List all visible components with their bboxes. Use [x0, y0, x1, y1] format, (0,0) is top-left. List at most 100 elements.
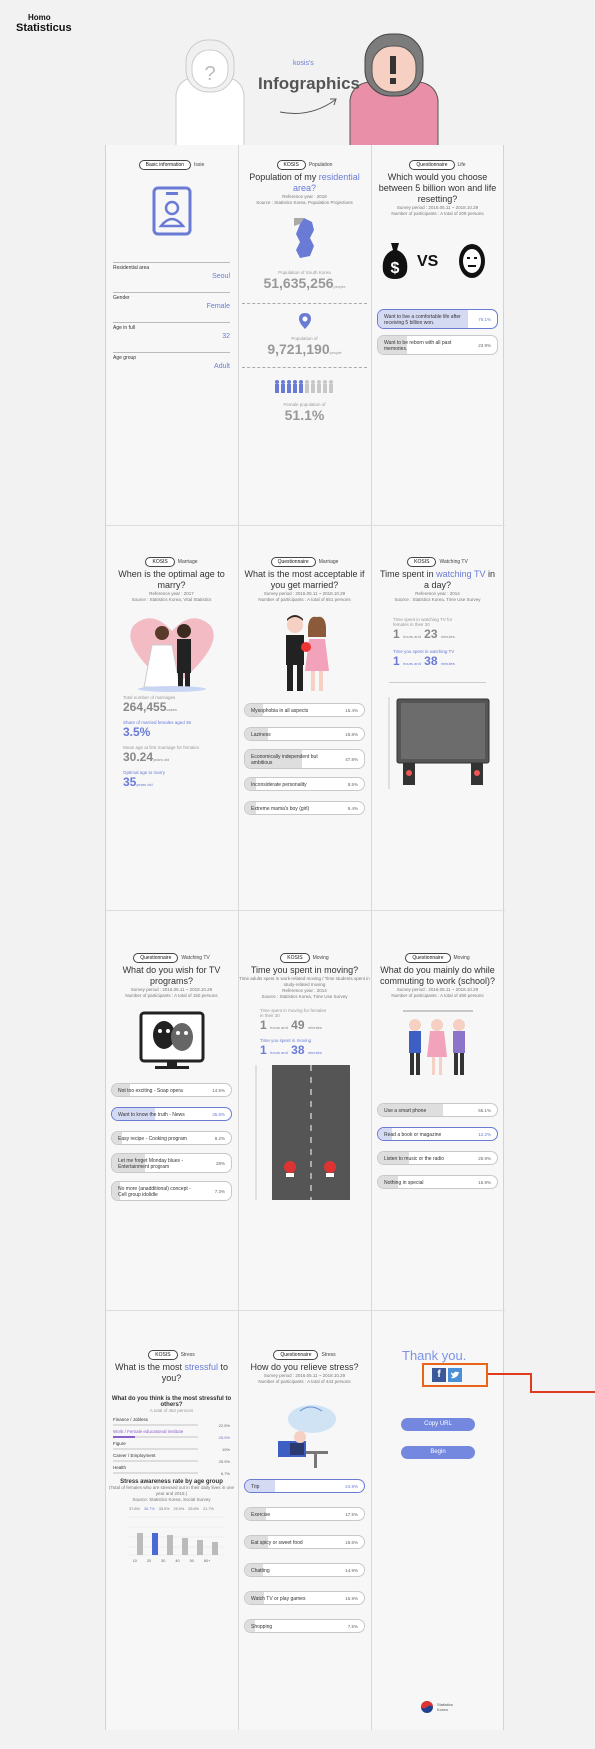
answer-option[interactable]: Shopping 7.5%	[244, 1619, 365, 1633]
annotation-arrow	[530, 1373, 532, 1393]
answer-option[interactable]: Want to be reborn with all past memories…	[377, 335, 498, 355]
stat-value: 35years old	[123, 775, 238, 789]
age-label: 40	[175, 1559, 180, 1563]
option-percent: 18.8%	[345, 732, 358, 737]
tag-label: Moving	[453, 955, 470, 961]
answer-option[interactable]: Use a smart phone 55.1%	[377, 1103, 498, 1117]
tag-badge: Questionnaire	[405, 953, 451, 963]
answer-option[interactable]: Want to know the truth - News 35.8%	[111, 1107, 232, 1121]
answer-option[interactable]: Chatting 14.9%	[244, 1563, 365, 1577]
item-percent: 25.9%	[218, 1459, 230, 1464]
source-text: Source : Statistics Korea, Time Use Surv…	[394, 597, 481, 602]
copy-url-button[interactable]: Copy URL	[401, 1418, 475, 1431]
stat-unit: people	[333, 284, 346, 289]
facebook-icon[interactable]: f	[432, 1368, 446, 1382]
option-percent: 16.9%	[478, 1180, 491, 1185]
female-people-icon	[274, 380, 333, 393]
card-title: Time you spent in moving?	[250, 965, 359, 975]
section-divider	[106, 910, 505, 911]
couple-illustration	[285, 615, 329, 691]
tag-badge: Questionnaire	[270, 557, 316, 567]
answer-option[interactable]: Listen to music or the radio 25.9%	[377, 1151, 498, 1165]
answer-option[interactable]: Eat spicy or sweet food 18.6%	[244, 1535, 365, 1549]
option-percent: 8.2%	[214, 1136, 225, 1141]
stat-value: 264,455cases	[123, 700, 238, 714]
answer-option[interactable]: Extreme mama's boy (girl) 9.4%	[244, 801, 365, 815]
option-percent: 76.1%	[478, 317, 491, 322]
card-title: Time spent in watching TV in a day?	[371, 569, 504, 591]
option-percent: 12.2%	[478, 1132, 491, 1137]
answer-option[interactable]: Economically independent but ambitious 47…	[244, 749, 365, 769]
answer-option[interactable]: Inconsiderate personality 8.5%	[244, 777, 365, 791]
answer-option[interactable]: Watch TV or play games 15.9%	[244, 1591, 365, 1605]
basic-row: Age in full 32	[113, 322, 230, 340]
card-title: How do you relieve stress?	[250, 1362, 359, 1372]
stat-value: 1 hours and 49 minutes	[260, 1018, 371, 1032]
tag-badge: KOSIS	[280, 953, 310, 963]
hours-unit: hours and	[270, 1050, 288, 1055]
option-label: Want to be reborn with all past memories…	[384, 340, 452, 352]
option-percent: 25.9%	[478, 1156, 491, 1161]
item-percent: 10%	[221, 1447, 230, 1452]
answer-option[interactable]: Easy recipe - Cooking program 8.2%	[111, 1131, 232, 1145]
stat-value: 51,635,256people	[238, 275, 371, 291]
tv-time-card: KOSIS Watching TV Time spent in watching …	[371, 557, 504, 795]
option-label: Read a book or magazine	[384, 1132, 442, 1138]
title-highlight: watching TV	[436, 569, 486, 579]
item-label: Career / Employment	[113, 1453, 156, 1458]
minutes-value: 38	[291, 1043, 305, 1057]
option-label: Mysophobia in all aspects	[251, 708, 309, 714]
basic-row: Age group Adult	[113, 352, 230, 370]
option-label: Trip	[251, 1484, 260, 1490]
participants: Number of participants : A total of 209 …	[391, 211, 484, 216]
stat-number: 9,721,190	[267, 341, 330, 357]
option-percent: 55.1%	[478, 1108, 491, 1113]
participants: Number of participants : A total of 651 …	[258, 597, 351, 602]
tag-label: Watching TV	[181, 955, 210, 961]
option-label: Want to live a comfortable life after re…	[384, 314, 461, 326]
answer-option[interactable]: Let me forget Monday blues - Entertainme…	[111, 1153, 232, 1173]
minutes-value: 23	[424, 627, 438, 641]
source-text: Source : Statistics Korea, Time Use Surv…	[261, 994, 348, 999]
item-label: Health	[113, 1465, 127, 1470]
section-divider	[106, 525, 505, 526]
answer-option[interactable]: Exercise 17.5%	[244, 1507, 365, 1521]
option-percent: 18.6%	[345, 1540, 358, 1545]
marriage-age-card: KOSIS Marriage When is the optimal age to…	[105, 557, 238, 789]
option-label: Use a smart phone	[384, 1108, 427, 1114]
answer-option[interactable]: Not too exciting - Soap opera 14.5%	[111, 1083, 232, 1097]
tag-label: Marriage	[177, 559, 198, 565]
commute-card: Questionnaire Moving What do you mainly d…	[371, 953, 504, 1189]
row-value: Seoul	[212, 273, 230, 280]
road-graphic	[255, 1065, 350, 1200]
card-title: What do you wish for TV programs?	[122, 965, 221, 986]
minutes-unit: minutes	[307, 1050, 322, 1055]
begin-button[interactable]: Begin	[401, 1446, 475, 1459]
daydream-worker-illustration	[277, 1405, 336, 1468]
option-label: Listen to music or the radio	[384, 1156, 445, 1162]
answer-option[interactable]: Trip 24.9%	[244, 1479, 365, 1493]
source-text: Source : Statistics Korea, Vital Statist…	[131, 597, 212, 602]
twitter-icon[interactable]	[448, 1368, 462, 1382]
stress-item: Figure 10%	[113, 1441, 230, 1453]
stress-question: What do you think is the most stressful …	[111, 1396, 232, 1408]
tv-time-graphic	[388, 697, 489, 789]
tv-wish-card: Questionnaire Watching TV What do you wis…	[105, 953, 238, 1201]
stat-number: 35	[123, 775, 137, 789]
answer-option[interactable]: Laziness 18.8%	[244, 727, 365, 741]
id-card-icon	[152, 186, 191, 236]
answer-option[interactable]: Read a book or magazine 12.2%	[377, 1127, 498, 1141]
row-value: Adult	[214, 363, 230, 370]
answer-option[interactable]: Want to live a comfortable life after re…	[377, 309, 498, 329]
answer-option[interactable]: Nothing in special 16.9%	[377, 1175, 498, 1189]
answer-option[interactable]: Mysophobia in all aspects 15.4%	[244, 703, 365, 717]
option-label: Exercise	[251, 1512, 271, 1518]
basic-row: Residential area Seoul	[113, 262, 230, 280]
option-label: Shopping	[251, 1624, 273, 1630]
answer-option[interactable]: No more (anadditional) concept - Cell gr…	[111, 1181, 232, 1201]
share-buttons: f	[432, 1368, 462, 1382]
age-label: 60+	[203, 1559, 211, 1563]
divider	[389, 682, 486, 683]
stat-value: 1 hours and 38 minutes	[260, 1043, 371, 1057]
stat-number: 30.24	[123, 750, 154, 764]
